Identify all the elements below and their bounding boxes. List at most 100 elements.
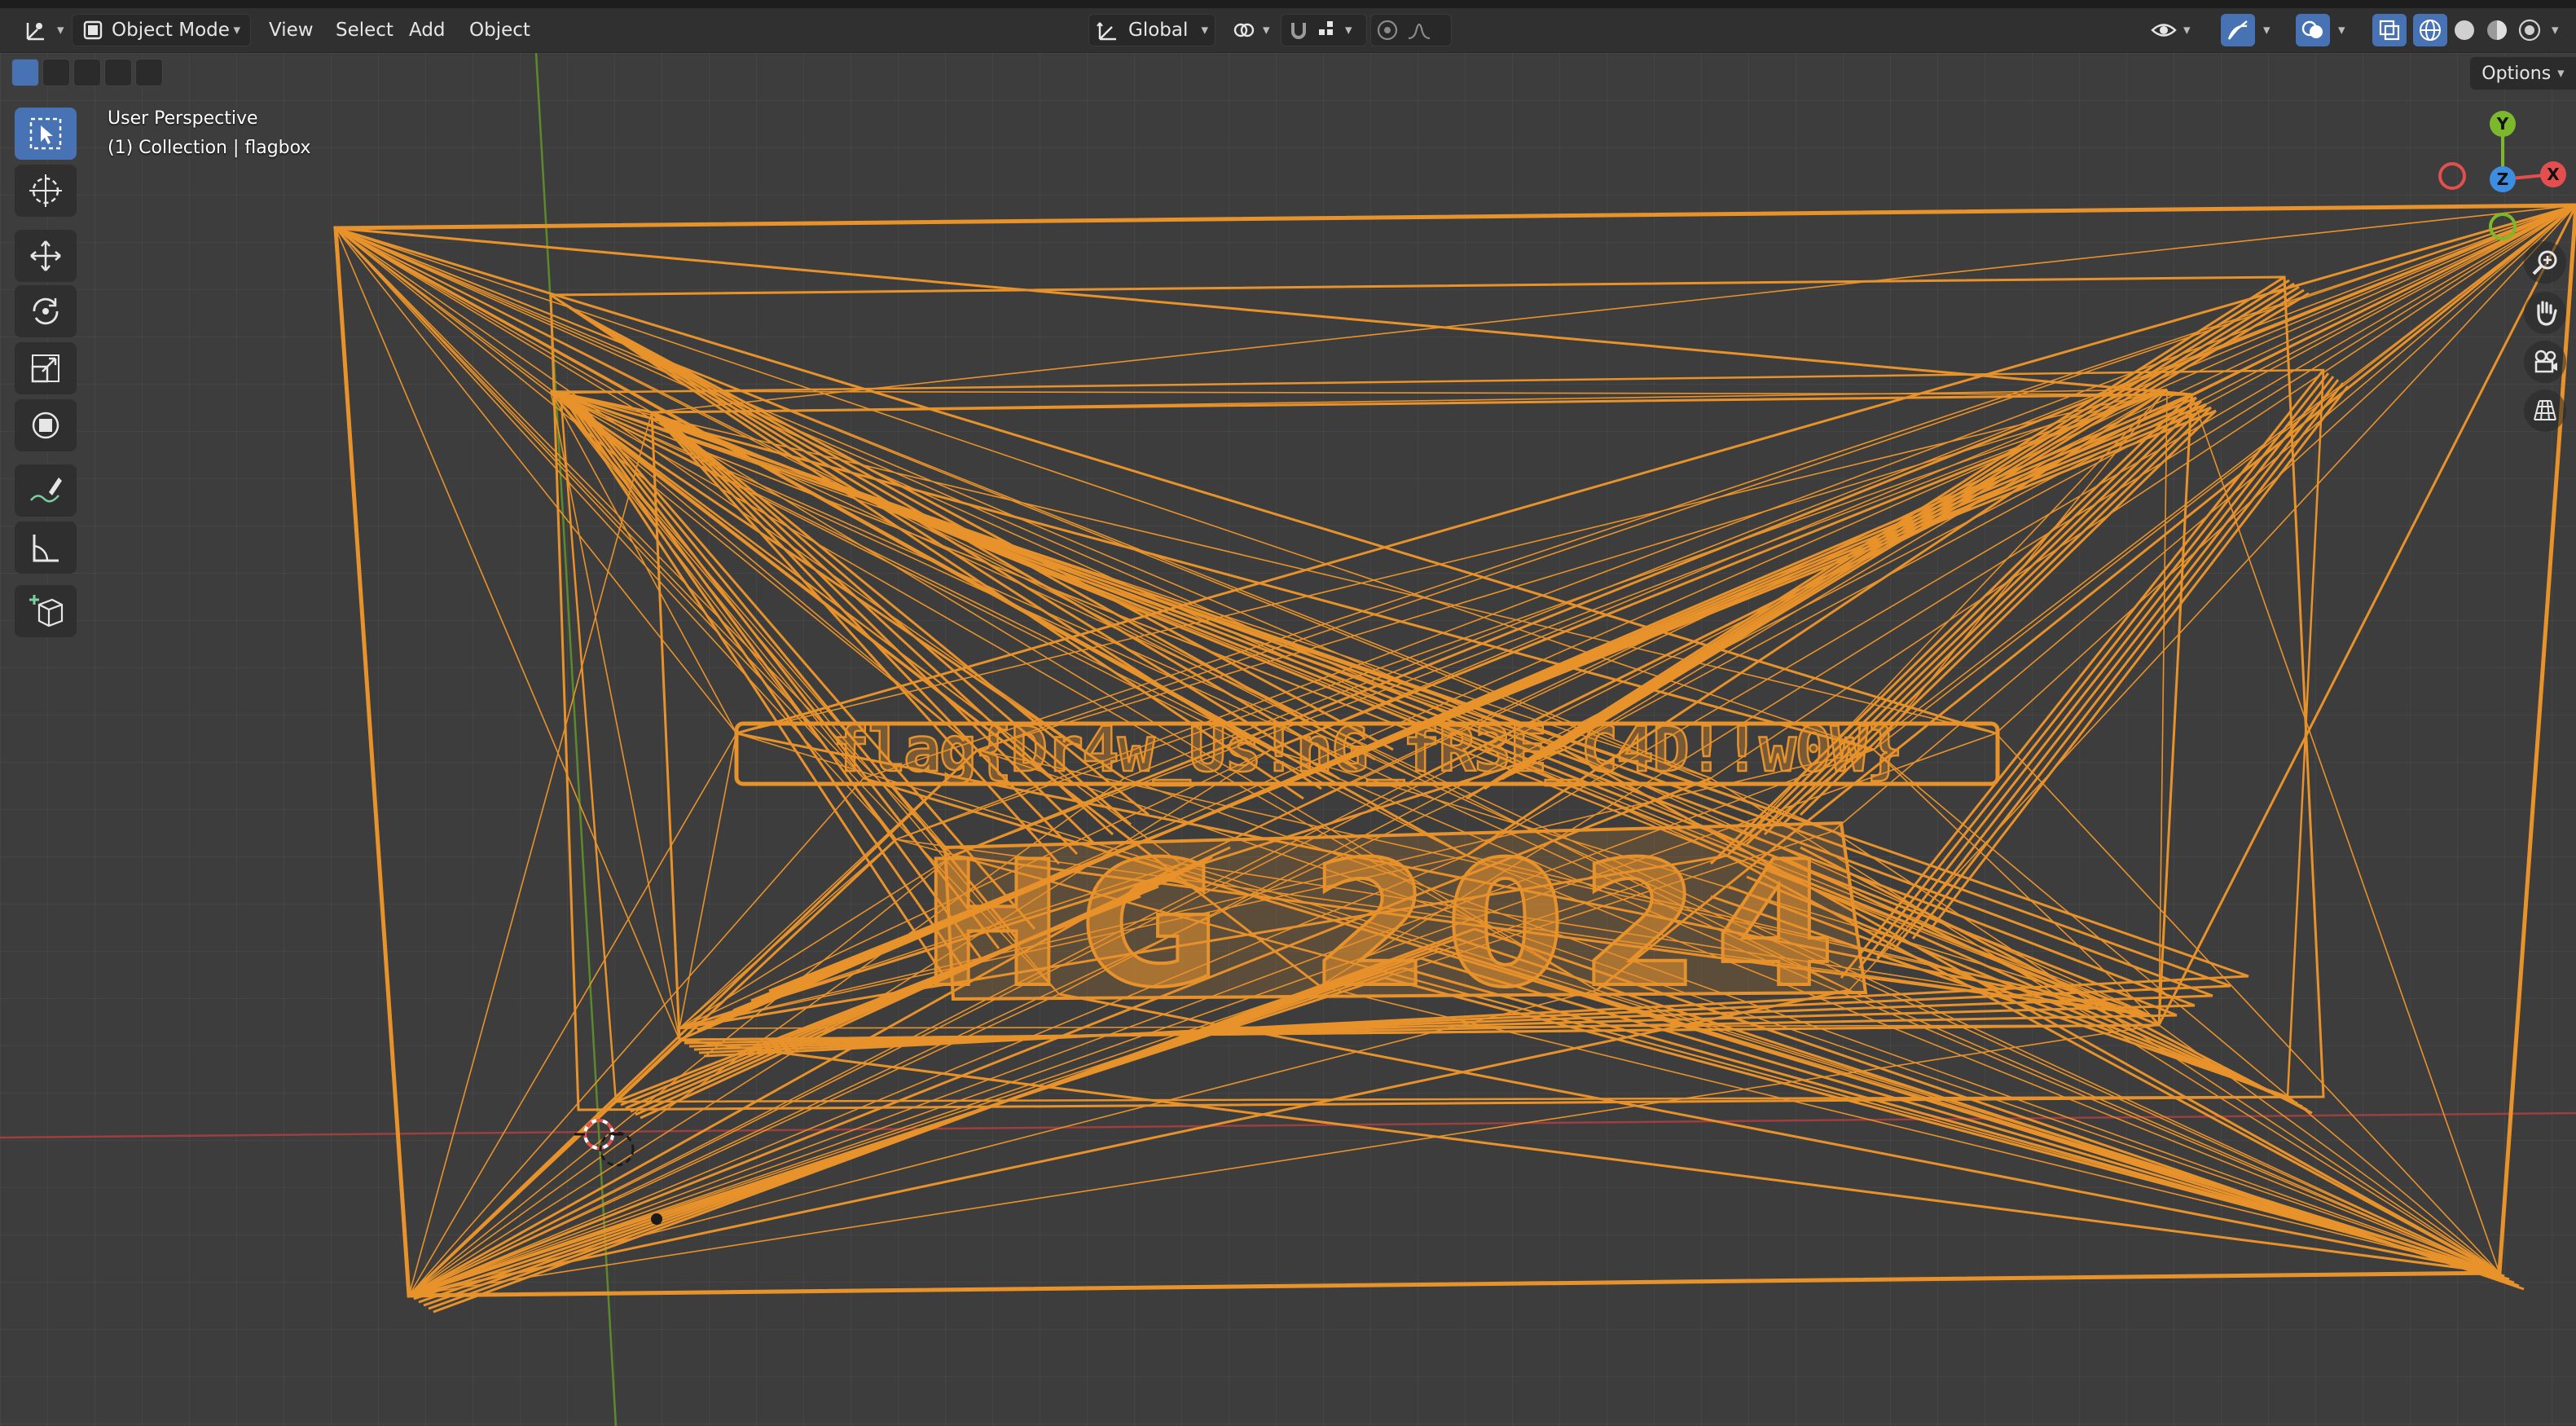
shading-rendered-button[interactable]	[2514, 14, 2545, 46]
wire-edge	[550, 390, 1997, 734]
wire-edge	[679, 838, 897, 1029]
shading-solid-button[interactable]	[2449, 14, 2480, 46]
wire-edge	[679, 733, 737, 1029]
scale-icon	[31, 354, 59, 383]
wire-edge	[550, 390, 1182, 865]
pan-button[interactable]	[2524, 292, 2566, 334]
gizmo-neg-y-axis[interactable]	[2489, 213, 2517, 240]
select-subtract-icon[interactable]	[73, 59, 101, 86]
wire-edge	[408, 412, 653, 1296]
select-extend-icon[interactable]	[42, 59, 70, 86]
object-origin-marker	[599, 1131, 635, 1167]
transform-orientation-selector[interactable]: Global ▾	[1088, 14, 1215, 46]
menu-view[interactable]: View	[262, 14, 320, 46]
proportional-editing-icon[interactable]	[1376, 19, 1399, 42]
shading-dropdown[interactable]: ▾	[2545, 14, 2565, 46]
orientation-icon	[1097, 22, 1116, 41]
wire-edge	[335, 227, 680, 1041]
chevron-down-icon: ▾	[2557, 65, 2565, 81]
material-sphere-icon	[2487, 20, 2507, 40]
viewport-header: ▾ Object Mode ▾ View Select Add Object G…	[0, 8, 2576, 53]
wire-edge	[651, 205, 2576, 413]
object-mode-icon	[83, 20, 103, 40]
overlays-toggle-button[interactable]	[2296, 14, 2330, 46]
rendered-sphere-icon	[2518, 19, 2541, 42]
tool-move[interactable]	[15, 230, 77, 282]
light-marker	[651, 1213, 662, 1225]
add-cube-icon	[29, 595, 64, 627]
wire-edge	[335, 227, 737, 734]
tool-rotate[interactable]	[15, 285, 77, 337]
flag-text: flag{Dr4w_Us!nG_fR3E_C4D!!w0W}	[833, 713, 1902, 786]
menu-select[interactable]: Select	[329, 14, 400, 46]
window-top-strip	[0, 0, 2576, 8]
hand-icon	[2537, 301, 2557, 326]
magnet-icon[interactable]	[1286, 18, 1311, 42]
shading-wireframe-button[interactable]	[2413, 14, 2447, 46]
move-icon	[30, 240, 61, 271]
rotate-icon	[33, 297, 59, 325]
tool-scale[interactable]	[15, 342, 77, 394]
view-name-label: User Perspective	[108, 108, 258, 129]
camera-view-button[interactable]	[2524, 341, 2566, 383]
wire-edge	[335, 227, 864, 779]
chevron-down-icon: ▾	[2183, 22, 2191, 38]
wireframe-sphere-icon	[2420, 20, 2441, 41]
select-invert-icon[interactable]	[104, 59, 132, 86]
select-box-icon	[29, 117, 62, 150]
shading-material-button[interactable]	[2481, 14, 2512, 46]
falloff-curve-icon[interactable]	[1407, 19, 1431, 42]
zoom-button[interactable]	[2524, 241, 2566, 284]
wire-edge	[863, 205, 2576, 779]
pivot-point-button[interactable]: ▾	[1225, 14, 1277, 46]
wire-edge	[335, 227, 1125, 779]
grid-icon	[2534, 400, 2556, 420]
select-new-icon[interactable]	[11, 59, 39, 86]
tool-measure[interactable]	[15, 522, 77, 574]
wire-edge	[1519, 285, 2300, 771]
snapping-group[interactable]: ▾	[1281, 14, 1367, 46]
wire-edge	[2191, 394, 2500, 1274]
gizmo-toggle-button[interactable]	[2221, 14, 2255, 46]
navigation-gizmo[interactable]: Y X Z	[2403, 103, 2576, 249]
tool-add-cube[interactable]	[15, 585, 77, 637]
select-mode-group	[11, 59, 163, 86]
annotate-icon	[30, 478, 62, 503]
wire-edge	[1270, 205, 2576, 750]
wire-edge	[1563, 205, 2576, 750]
transform-icon	[26, 23, 44, 41]
object-visibility-button[interactable]: ▾	[2144, 14, 2197, 46]
menu-add[interactable]: Add	[402, 14, 452, 46]
select-intersect-icon[interactable]	[135, 59, 163, 86]
xray-icon	[2379, 20, 2400, 41]
camera-icon	[2534, 350, 2557, 373]
options-dropdown[interactable]: Options ▾	[2470, 57, 2576, 90]
chevron-down-icon: ▾	[2263, 22, 2270, 38]
wire-edge	[1058, 992, 2500, 1274]
collection-info-label: (1) Collection | flagbox	[108, 138, 311, 158]
eye-icon	[2151, 24, 2177, 37]
menu-object[interactable]: Object	[463, 14, 537, 46]
3d-viewport[interactable]: flag{Dr4w_Us!nG_fR3E_C4D!!w0W} HG 2024 U…	[0, 53, 2576, 1426]
snap-increment-icon[interactable]	[1316, 18, 1340, 42]
chevron-down-icon: ▾	[2338, 22, 2345, 38]
tool-transform[interactable]	[15, 399, 77, 451]
chevron-down-icon: ▾	[1263, 22, 1270, 38]
orientation-label: Global	[1128, 20, 1189, 41]
mode-selector[interactable]: Object Mode ▾	[72, 14, 251, 46]
transform-icon	[32, 412, 59, 439]
tool-cursor[interactable]	[15, 165, 77, 217]
gizmo-z-label: Z	[2497, 169, 2509, 189]
proportional-editing-group[interactable]	[1370, 14, 1452, 46]
gizmo-dropdown[interactable]: ▾	[2257, 14, 2277, 46]
projection-toggle-button[interactable]	[2524, 390, 2566, 432]
measure-icon	[33, 535, 59, 562]
tool-select-box[interactable]	[15, 108, 77, 160]
options-label: Options	[2481, 63, 2552, 84]
scene-wireframe[interactable]: flag{Dr4w_Us!nG_fR3E_C4D!!w0W} HG 2024	[0, 53, 2576, 1426]
editor-type-button[interactable]: ▾	[18, 14, 71, 46]
tool-annotate[interactable]	[15, 464, 77, 517]
gizmo-neg-x-axis[interactable]	[2438, 162, 2466, 190]
overlays-dropdown[interactable]: ▾	[2332, 14, 2352, 46]
xray-toggle-button[interactable]	[2372, 14, 2407, 46]
